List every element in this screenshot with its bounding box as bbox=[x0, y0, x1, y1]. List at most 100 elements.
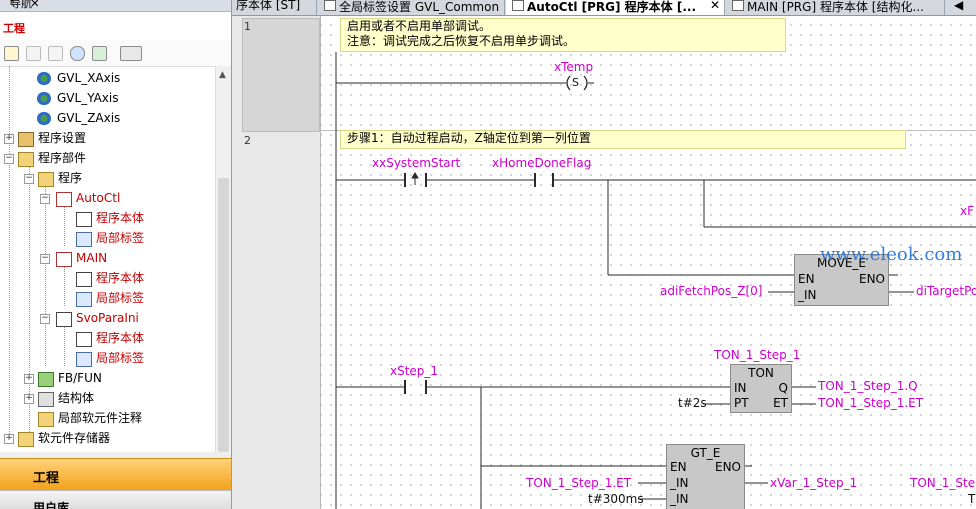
info-icon[interactable] bbox=[70, 46, 85, 61]
scroll-up-icon[interactable]: ▲ bbox=[219, 70, 226, 80]
move-output-var[interactable]: diTargetPo bbox=[916, 284, 976, 298]
tree-item-local-device-comment[interactable]: 局部软元件注释 bbox=[0, 408, 215, 428]
tree-item-fb-fun[interactable]: + FB/FUN bbox=[0, 368, 215, 388]
pin-et: ET bbox=[773, 396, 788, 410]
pin-en: EN bbox=[798, 272, 815, 286]
expand-icon[interactable]: + bbox=[4, 434, 14, 444]
tab-close-icon[interactable]: ✕ bbox=[710, 0, 720, 11]
fb-folder-icon bbox=[38, 372, 54, 387]
move-input-var[interactable]: adiFetchPos_Z[0] bbox=[660, 284, 762, 298]
tab-st-body[interactable]: 序本体 [ST] bbox=[232, 0, 317, 15]
tree-item-main[interactable]: − MAIN bbox=[0, 248, 215, 268]
refresh-icon[interactable] bbox=[92, 46, 107, 61]
pin-in1: _IN bbox=[670, 476, 689, 490]
library-panel-button[interactable]: 用户库 bbox=[0, 490, 231, 509]
pin-eno: ENO bbox=[858, 272, 885, 286]
tree-item-program-settings[interactable]: + 程序设置 bbox=[0, 128, 215, 148]
gte-input1-var[interactable]: TON_1_Step_1.ET bbox=[526, 476, 631, 490]
navigation-title-bar: 导航 ᵖ ✕ bbox=[0, 0, 231, 12]
tab-scroll-arrow[interactable]: ◀ bbox=[946, 0, 976, 15]
gte-input2-value[interactable]: t#300ms bbox=[588, 492, 644, 506]
pin-eno: ENO bbox=[714, 460, 741, 474]
global-label-icon bbox=[37, 92, 51, 105]
struct-icon bbox=[38, 392, 54, 407]
tree-item-svoparaini-body[interactable]: 程序本体 bbox=[0, 328, 215, 348]
pin-in: _IN bbox=[798, 288, 817, 302]
local-label-icon bbox=[76, 352, 92, 367]
tree-item-main-local-labels[interactable]: 局部标签 bbox=[0, 288, 215, 308]
ladder-tab-icon bbox=[732, 0, 744, 11]
pin-pt: PT bbox=[734, 396, 749, 410]
gte-output-var[interactable]: xVar_1_Step_1 bbox=[770, 476, 857, 490]
tab-autoctl-body[interactable]: AutoCtl [PRG] 程序本体 [... ✕ bbox=[506, 0, 725, 15]
editor-tab-bar: 序本体 [ST] 全局标签设置 GVL_Common AutoCtl [PRG]… bbox=[232, 0, 976, 16]
truncated-var-3[interactable]: T bbox=[968, 492, 975, 506]
tree-item-autoctl-local-labels[interactable]: 局部标签 bbox=[0, 228, 215, 248]
folder-icon bbox=[38, 172, 54, 187]
pin-close-buttons[interactable]: ᵖ ✕ bbox=[10, 0, 227, 9]
collapse-icon[interactable]: − bbox=[40, 314, 50, 324]
scrollbar-thumb[interactable] bbox=[218, 178, 229, 452]
tree-item-struct[interactable]: + 结构体 bbox=[0, 388, 215, 408]
collapse-icon[interactable]: − bbox=[40, 254, 50, 264]
tree-item-program[interactable]: − 程序 bbox=[0, 168, 215, 188]
contact-step-1[interactable]: xStep_1 bbox=[390, 364, 438, 378]
tree-item-device-memory[interactable]: + 软元件存储器 bbox=[0, 428, 215, 448]
coil-variable[interactable]: xTemp bbox=[554, 60, 593, 74]
pin-in: IN bbox=[734, 381, 747, 395]
ladder-tab-icon bbox=[512, 0, 524, 11]
ton-et-output[interactable]: TON_1_Step_1.ET bbox=[818, 396, 923, 410]
tab-global-labels[interactable]: 全局标签设置 GVL_Common bbox=[318, 0, 505, 15]
project-panel-button[interactable]: 工程 bbox=[0, 458, 231, 490]
collapse-icon[interactable]: − bbox=[24, 174, 34, 184]
expand-icon[interactable]: + bbox=[24, 374, 34, 384]
tab-main-body[interactable]: MAIN [PRG] 程序本体 [结构化... bbox=[726, 0, 945, 15]
tree-item-gvl-yaxis[interactable]: GVL_YAxis bbox=[0, 88, 215, 108]
ladder-editor[interactable]: 1 2 启用或者不启用单部调试。 注意：调试完成之后恢复不启用单步调试。 步骤1… bbox=[232, 16, 976, 509]
local-label-icon bbox=[76, 292, 92, 307]
ton-instance-name[interactable]: TON_1_Step_1 bbox=[714, 348, 800, 362]
comment-icon bbox=[38, 412, 54, 427]
ton-function-block[interactable]: TON IN Q PT ET bbox=[730, 364, 792, 413]
tree-item-gvl-zaxis[interactable]: GVL_ZAxis bbox=[0, 108, 215, 128]
expand-icon[interactable]: + bbox=[24, 394, 34, 404]
sort-dropdown-icon[interactable] bbox=[120, 46, 142, 61]
project-tree: GVL_XAxis GVL_YAxis GVL_ZAxis + 程序设置 − 程… bbox=[0, 66, 215, 452]
navigation-pane: 导航 ᵖ ✕ 工程 GVL_XAxis GVL_YAxis GVL_ZAxis bbox=[0, 0, 232, 509]
truncated-var-2[interactable]: TON_1_Ste bbox=[910, 476, 975, 490]
tree-item-svoparaini-local-labels[interactable]: 局部标签 bbox=[0, 348, 215, 368]
copy-icon[interactable] bbox=[26, 46, 41, 61]
truncated-output-var[interactable]: xF bbox=[960, 204, 974, 218]
expand-icon[interactable]: + bbox=[4, 134, 14, 144]
paste-icon[interactable] bbox=[48, 46, 63, 61]
memory-icon bbox=[18, 432, 34, 447]
local-label-icon bbox=[76, 232, 92, 247]
collapse-icon[interactable]: − bbox=[4, 154, 14, 164]
program-body-icon bbox=[76, 272, 92, 287]
project-label: 工程 bbox=[3, 22, 25, 35]
navigation-toolbar bbox=[0, 40, 231, 67]
program-body-icon bbox=[76, 212, 92, 227]
contact-home-done[interactable]: xHomeDoneFlag bbox=[492, 156, 591, 170]
tree-scrollbar[interactable]: ▲ bbox=[215, 66, 231, 452]
collapse-icon[interactable]: − bbox=[40, 194, 50, 204]
pin-en: EN bbox=[670, 460, 687, 474]
tree-item-main-body[interactable]: 程序本体 bbox=[0, 268, 215, 288]
ton-q-output[interactable]: TON_1_Step_1.Q bbox=[818, 379, 918, 393]
tree-item-autoctl-body[interactable]: 程序本体 bbox=[0, 208, 215, 228]
tab-scroll-icon: ◀ bbox=[954, 0, 964, 12]
contact-system-start[interactable]: xxSystemStart bbox=[372, 156, 460, 170]
tree-item-svoparaini[interactable]: − SvoParaIni bbox=[0, 308, 215, 328]
ton-preset-value[interactable]: t#2s bbox=[678, 396, 707, 410]
tree-item-gvl-xaxis[interactable]: GVL_XAxis bbox=[0, 68, 215, 88]
global-label-icon bbox=[37, 112, 51, 125]
tree-item-autoctl[interactable]: − AutoCtl bbox=[0, 188, 215, 208]
program-block-icon bbox=[56, 192, 72, 207]
st-program-icon bbox=[56, 312, 72, 327]
fb-title: GT_E bbox=[690, 446, 721, 460]
gt-e-function-block[interactable]: GT_E EN ENO _IN _IN bbox=[666, 444, 745, 509]
set-coil-symbol[interactable]: S bbox=[572, 76, 579, 89]
global-label-tab-icon bbox=[324, 0, 336, 11]
new-item-icon[interactable] bbox=[4, 46, 19, 61]
tree-item-program-parts[interactable]: − 程序部件 bbox=[0, 148, 215, 168]
